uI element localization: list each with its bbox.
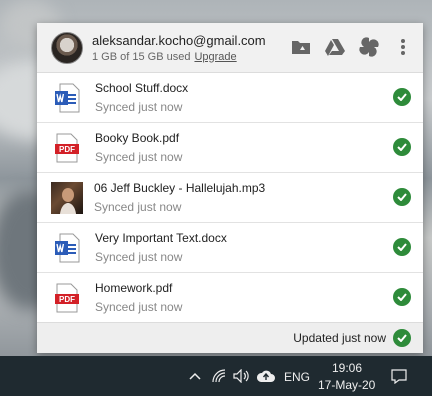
file-text: 06 Jeff Buckley - Hallelujah.mp3 Synced … <box>94 181 265 214</box>
album-art-thumbnail <box>51 181 83 214</box>
taskbar: ENG 19:06 17-May-20 <box>0 356 432 396</box>
account-info: aleksandar.kocho@gmail.com 1 GB of 15 GB… <box>92 33 266 63</box>
file-name: School Stuff.docx <box>95 81 189 95</box>
chevron-up-icon[interactable] <box>186 368 204 384</box>
file-row[interactable]: Very Important Text.docx Synced just now <box>37 223 423 273</box>
clock-date[interactable]: 17-May-20 <box>318 378 375 392</box>
file-status: Synced just now <box>95 150 183 164</box>
synced-check-icon <box>393 88 411 106</box>
pdf-badge-label: PDF <box>59 145 75 154</box>
file-status: Synced just now <box>94 200 182 214</box>
file-name: Homework.pdf <box>95 281 173 295</box>
google-drive-icon[interactable] <box>325 37 345 57</box>
drive-sync-panel: aleksandar.kocho@gmail.com 1 GB of 15 GB… <box>37 23 423 353</box>
recent-files-list: School Stuff.docx Synced just now PDF Bo… <box>37 73 423 322</box>
file-name: Very Important Text.docx <box>95 231 227 245</box>
backup-sync-cloud-icon[interactable] <box>257 368 275 384</box>
notifications-icon[interactable] <box>390 368 408 384</box>
volume-icon[interactable] <box>233 368 251 384</box>
file-text: Homework.pdf Synced just now <box>95 281 182 314</box>
storage-usage: 1 GB of 15 GB used Upgrade <box>92 51 266 63</box>
upgrade-link[interactable]: Upgrade <box>194 51 236 63</box>
pdf-icon: PDF <box>54 133 80 163</box>
pdf-badge-label: PDF <box>59 295 75 304</box>
wifi-icon[interactable] <box>210 368 228 384</box>
file-row[interactable]: PDF Booky Book.pdf Synced just now <box>37 123 423 173</box>
file-text: Booky Book.pdf Synced just now <box>95 131 182 164</box>
synced-check-icon <box>393 188 411 206</box>
file-row[interactable]: PDF Homework.pdf Synced just now <box>37 273 423 322</box>
synced-check-icon <box>393 329 411 347</box>
synced-check-icon <box>393 138 411 156</box>
account-header: aleksandar.kocho@gmail.com 1 GB of 15 GB… <box>37 23 423 73</box>
header-actions <box>291 37 413 57</box>
avatar[interactable] <box>51 31 83 64</box>
file-text: School Stuff.docx Synced just now <box>95 81 188 114</box>
file-text: Very Important Text.docx Synced just now <box>95 231 227 264</box>
more-vert-icon[interactable] <box>393 37 413 57</box>
sync-status-text: Updated just now <box>293 331 386 345</box>
file-status: Synced just now <box>95 300 183 314</box>
word-doc-icon <box>54 233 80 263</box>
word-doc-icon <box>54 83 80 113</box>
synced-check-icon <box>393 238 411 256</box>
drive-folder-icon[interactable] <box>291 37 311 57</box>
synced-check-icon <box>393 288 411 306</box>
file-row[interactable]: School Stuff.docx Synced just now <box>37 73 423 123</box>
storage-usage-text: 1 GB of 15 GB used <box>92 50 191 63</box>
file-name: 06 Jeff Buckley - Hallelujah.mp3 <box>94 181 266 195</box>
google-photos-icon[interactable] <box>359 37 379 57</box>
language-indicator[interactable]: ENG <box>284 370 310 384</box>
account-email: aleksandar.kocho@gmail.com <box>92 32 266 48</box>
file-status: Synced just now <box>95 100 183 114</box>
file-status: Synced just now <box>95 250 183 264</box>
file-name: Booky Book.pdf <box>95 131 180 145</box>
file-row[interactable]: 06 Jeff Buckley - Hallelujah.mp3 Synced … <box>37 173 423 223</box>
clock-time[interactable]: 19:06 <box>332 361 362 375</box>
sync-status-footer: Updated just now <box>37 322 423 353</box>
pdf-icon: PDF <box>54 283 80 313</box>
